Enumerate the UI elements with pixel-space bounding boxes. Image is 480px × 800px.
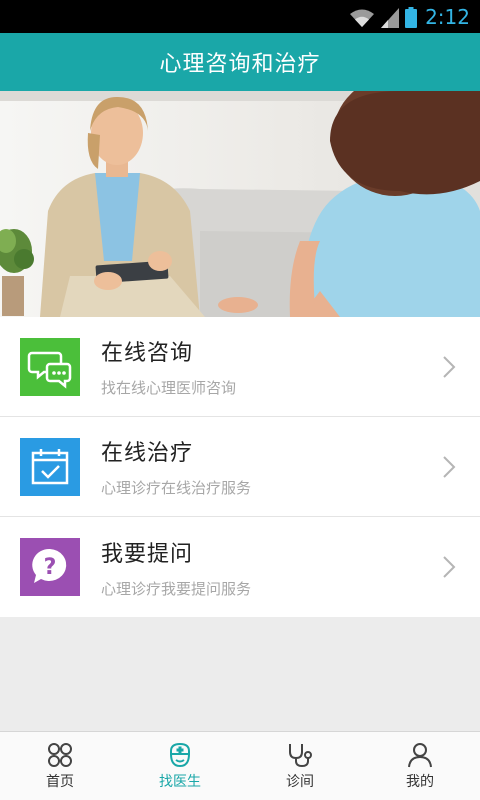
signal-icon: [381, 7, 400, 28]
title-bar: 心理咨询和治疗: [0, 33, 480, 91]
svg-text:?: ?: [44, 555, 57, 580]
chevron-right-icon: [443, 356, 456, 378]
bottom-tab-bar: 首页 找医生 诊间 我的: [0, 731, 480, 800]
menu-item-label: 在线咨询: [101, 341, 194, 366]
menu-item-subtitle: 心理诊疗我要提问服务: [101, 579, 252, 598]
nurse-icon: [170, 742, 190, 768]
calendar-check-icon: [20, 437, 80, 496]
chevron-right-icon: [443, 456, 456, 478]
battery-icon: [405, 6, 418, 28]
question-tile: ?: [20, 538, 80, 596]
wifi-icon: [350, 9, 375, 27]
therapy-tile: [20, 437, 80, 496]
tab-label: 首页: [46, 774, 74, 790]
menu-item-texts: 在线咨询 找在线心理医师咨询: [101, 335, 236, 398]
menu-item-subtitle: 找在线心理医师咨询: [101, 379, 237, 397]
consult-tile: [20, 337, 80, 396]
menu-item-label: 在线治疗: [101, 441, 194, 466]
tab-home[interactable]: 首页: [0, 732, 120, 800]
hero-image: [0, 91, 480, 317]
page-title: 心理咨询和治疗: [159, 52, 321, 77]
app-screen: 2:12 心理咨询和治疗 在线咨询 找在线心理医师咨询 在线治疗 心理诊疗在线治…: [0, 0, 480, 800]
chat-bubbles-icon: [20, 337, 80, 396]
chevron-right-icon: [443, 556, 456, 578]
tab-mine[interactable]: 我的: [360, 732, 480, 800]
tab-label: 找医生: [159, 774, 201, 790]
tab-find-doctor[interactable]: 找医生: [120, 732, 240, 800]
service-menu: 在线咨询 找在线心理医师咨询 在线治疗 心理诊疗在线治疗服务 ? 我要提问 心理…: [0, 317, 480, 617]
user-icon: [408, 743, 432, 768]
status-time: 2:12: [425, 4, 470, 29]
stethoscope-icon: [289, 744, 312, 768]
menu-item-label: 我要提问: [101, 541, 194, 567]
tab-clinic[interactable]: 诊间: [240, 732, 360, 800]
home-grid-icon: [47, 742, 72, 767]
menu-item-subtitle: 心理诊疗在线治疗服务: [101, 479, 252, 497]
hero-banner: [0, 91, 480, 317]
tab-label: 诊间: [286, 774, 314, 790]
menu-item-online-therapy[interactable]: 在线治疗 心理诊疗在线治疗服务: [0, 417, 480, 517]
menu-item-texts: 我要提问 心理诊疗我要提问服务: [101, 536, 251, 599]
question-bubble-icon: ?: [20, 538, 80, 596]
menu-item-online-consult[interactable]: 在线咨询 找在线心理医师咨询: [0, 317, 480, 417]
menu-item-ask-question[interactable]: ? 我要提问 心理诊疗我要提问服务: [0, 517, 480, 617]
tab-label: 我的: [406, 774, 434, 790]
menu-item-texts: 在线治疗 心理诊疗在线治疗服务: [101, 435, 251, 498]
status-bar: 2:12: [0, 0, 480, 33]
status-icons: [349, 6, 418, 28]
